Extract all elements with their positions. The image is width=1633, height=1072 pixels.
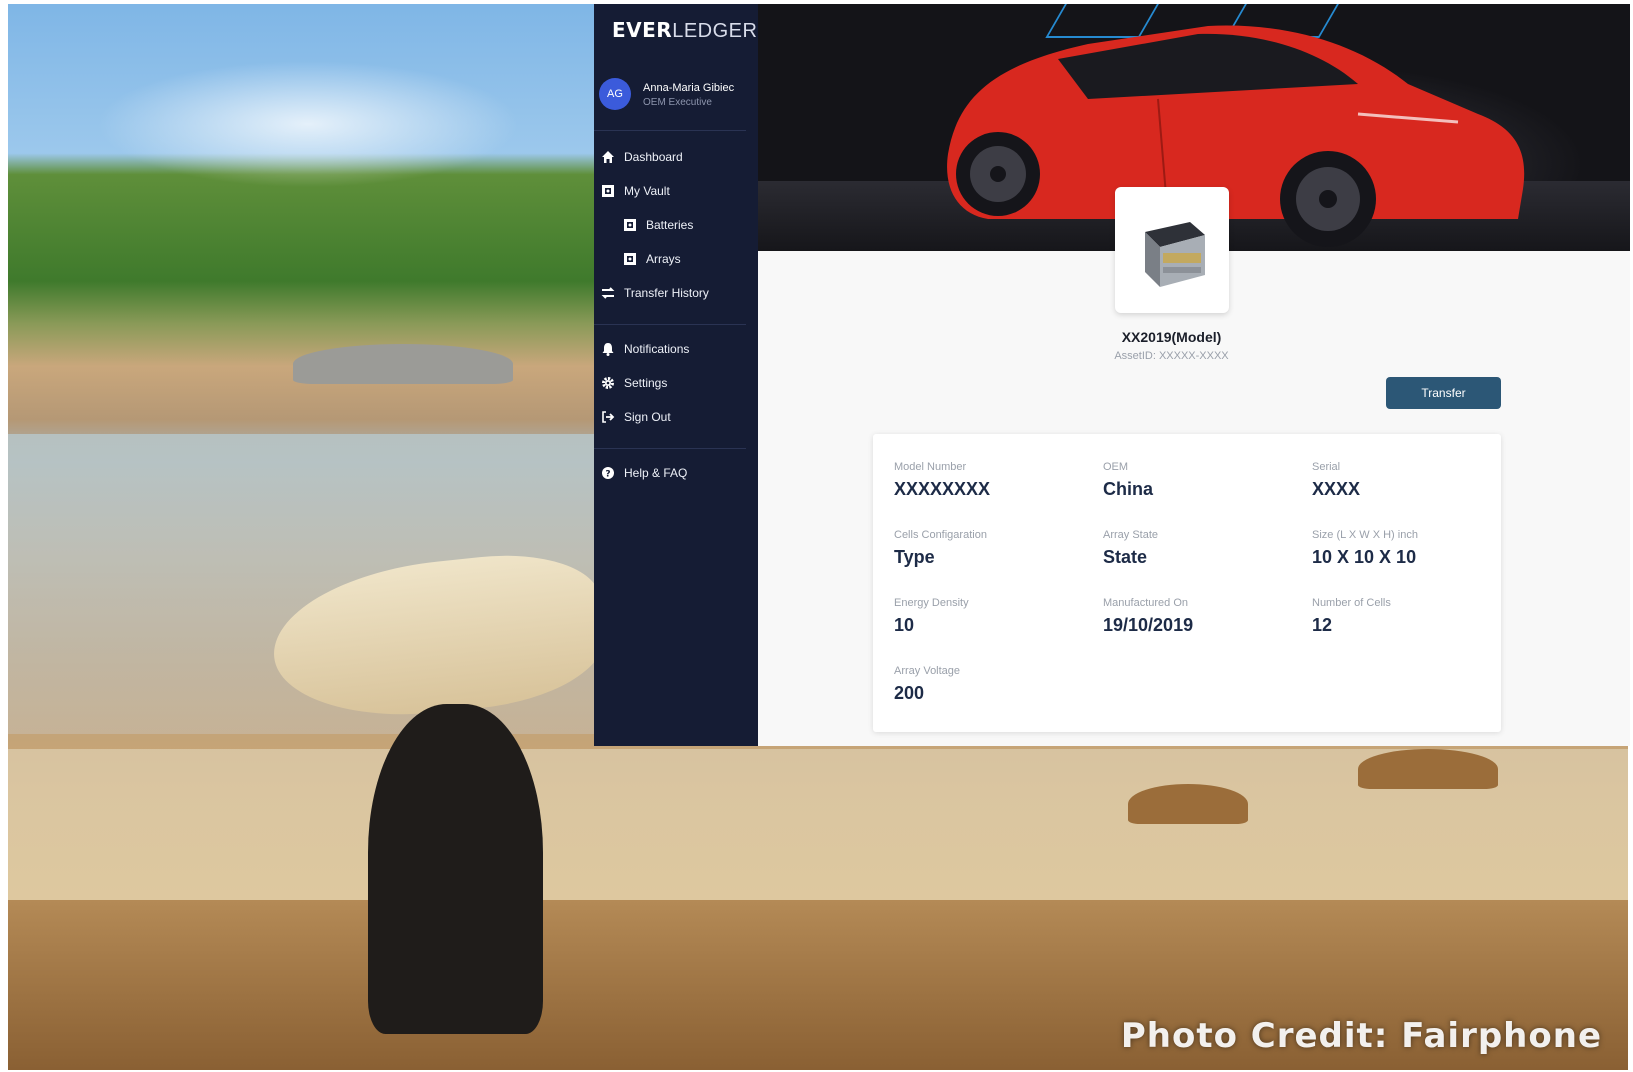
divider (594, 324, 746, 325)
sidebar: EVERLEDGER AG Anna-Maria Gibiec OEM Exec… (594, 4, 758, 746)
field-label: Manufactured On (1103, 597, 1188, 609)
field-value: 200 (894, 683, 925, 703)
photo-credit: Photo Credit: Fairphone (1120, 1016, 1602, 1056)
dirt-mound (1358, 749, 1498, 789)
field-array-state: Array State State (1103, 529, 1303, 568)
sidebar-item-label: Settings (624, 376, 668, 390)
dirt-mound (1128, 784, 1248, 824)
user-name: Anna-Maria Gibiec (643, 82, 735, 94)
field-value: 10 (894, 615, 915, 635)
field-serial: Serial XXXX (1312, 461, 1512, 500)
user-profile[interactable]: AG Anna-Maria Gibiec OEM Executive (599, 76, 749, 116)
vault-icon (600, 183, 616, 199)
field-value: XXXXXXXX (894, 479, 991, 499)
sidebar-item-help[interactable]: ? Help & FAQ (600, 462, 687, 484)
field-array-voltage: Array Voltage 200 (894, 665, 1094, 704)
divider (594, 448, 746, 449)
field-oem: OEM China (1103, 461, 1303, 500)
field-cells-configuration: Cells Configaration Type (894, 529, 1094, 568)
everledger-app: EVERLEDGER AG Anna-Maria Gibiec OEM Exec… (594, 4, 1630, 746)
sidebar-item-label: My Vault (624, 184, 670, 198)
worker-figure (368, 704, 543, 1034)
sidebar-item-batteries[interactable]: Batteries (622, 214, 693, 236)
gear-icon (600, 375, 616, 391)
sidebar-item-label: Batteries (646, 218, 694, 232)
field-label: Serial (1312, 461, 1341, 473)
field-number-of-cells: Number of Cells 12 (1312, 597, 1512, 636)
divider (594, 130, 746, 131)
sidebar-item-dashboard[interactable]: Dashboard (600, 146, 683, 168)
sidebar-item-transfer-history[interactable]: Transfer History (600, 282, 709, 304)
bell-icon (600, 341, 616, 357)
field-label: Number of Cells (1312, 597, 1391, 609)
sidebar-item-label: Sign Out (624, 410, 671, 424)
battery-pack-icon (1145, 222, 1205, 287)
field-value: China (1103, 479, 1154, 499)
asset-id: AssetID: XXXXX-XXXX (1114, 350, 1229, 362)
field-value: XXXX (1312, 479, 1361, 499)
sidebar-item-label: Notifications (624, 342, 690, 356)
field-label: OEM (1103, 461, 1129, 473)
vault-icon (622, 251, 638, 267)
sidebar-item-label: Dashboard (624, 150, 683, 164)
svg-text:?: ? (605, 470, 610, 480)
sidebar-item-label: Help & FAQ (624, 466, 688, 480)
sign-out-icon (600, 409, 616, 425)
field-value: 19/10/2019 (1103, 615, 1194, 635)
transfer-button[interactable]: Transfer (1386, 377, 1501, 409)
field-label: Cells Configaration (894, 529, 987, 541)
field-value: 12 (1312, 615, 1333, 635)
sidebar-item-label: Arrays (646, 252, 681, 266)
sidebar-item-arrays[interactable]: Arrays (622, 248, 681, 270)
field-value: State (1103, 547, 1148, 567)
field-manufactured-on: Manufactured On 19/10/2019 (1103, 597, 1303, 636)
field-label: Array Voltage (894, 665, 961, 677)
field-value: Type (894, 547, 935, 567)
vault-icon (622, 217, 638, 233)
field-model-number: Model Number XXXXXXXX (894, 461, 1094, 500)
field-label: Size (L X W X H) inch (1312, 529, 1418, 541)
avatar: AG (599, 78, 631, 110)
asset-details-card: Model Number XXXXXXXX OEM China Serial X… (873, 434, 1501, 732)
sidebar-item-settings[interactable]: Settings (600, 372, 667, 394)
field-energy-density: Energy Density 10 (894, 597, 1094, 636)
sidebar-item-sign-out[interactable]: Sign Out (600, 406, 671, 428)
sidebar-item-label: Transfer History (624, 286, 709, 300)
transfer-icon (600, 285, 616, 301)
field-value: 10 X 10 X 10 (1312, 547, 1417, 567)
sidebar-item-notifications[interactable]: Notifications (600, 338, 689, 360)
field-label: Model Number (894, 461, 967, 473)
gravel-pile (293, 344, 513, 384)
sidebar-item-my-vault[interactable]: My Vault (600, 180, 670, 202)
user-role: OEM Executive (643, 97, 712, 108)
home-icon (600, 149, 616, 165)
question-icon: ? (600, 465, 616, 481)
battery-thumbnail (1115, 187, 1229, 313)
asset-title: XX2019(Model) (1121, 329, 1222, 345)
field-label: Energy Density (894, 597, 969, 609)
field-label: Array State (1103, 529, 1159, 541)
logo: EVERLEDGER (612, 18, 758, 42)
field-size: Size (L X W X H) inch 10 X 10 X 10 (1312, 529, 1512, 568)
